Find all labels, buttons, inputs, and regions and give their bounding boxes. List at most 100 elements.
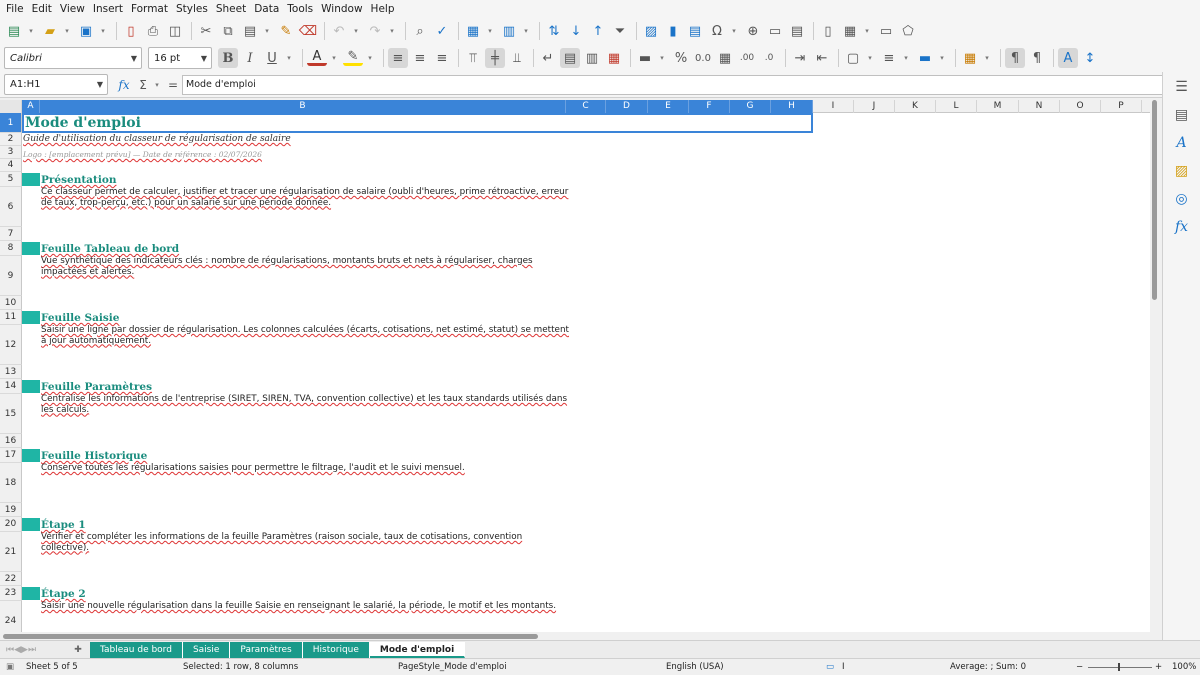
split-window-icon[interactable]: ▭ xyxy=(876,21,896,41)
row-header[interactable]: 8 xyxy=(0,241,22,256)
zoom-level[interactable]: 100% xyxy=(1172,662,1196,672)
menu-help[interactable]: Help xyxy=(367,0,399,18)
row-header[interactable]: 24 xyxy=(0,601,22,632)
previous-sheet-icon[interactable]: ◀ xyxy=(14,645,21,655)
column-header-i[interactable]: I xyxy=(813,100,854,113)
underline-dropdown-icon[interactable]: ▾ xyxy=(284,48,294,68)
column-header-l[interactable]: L xyxy=(936,100,977,113)
font-color-dropdown-icon[interactable]: ▾ xyxy=(329,48,339,68)
merge-cells-icon[interactable]: ▥ xyxy=(582,48,602,68)
row-header[interactable]: 17 xyxy=(0,448,22,463)
font-size-combo[interactable]: 16 pt ▼ xyxy=(148,47,212,69)
print-icon[interactable]: ⎙ xyxy=(143,21,163,41)
tab-mode-d-emploi[interactable]: Mode d'emploi xyxy=(369,641,466,658)
save-dropdown-icon[interactable]: ▾ xyxy=(98,21,108,41)
chevron-down-icon[interactable]: ▼ xyxy=(201,54,207,63)
paste-dropdown-icon[interactable]: ▾ xyxy=(262,21,272,41)
section-title[interactable]: Étape 2 xyxy=(41,588,86,601)
functions-icon[interactable]: fx xyxy=(1171,216,1193,238)
row-header[interactable]: 18 xyxy=(0,463,22,503)
row-header[interactable]: 15 xyxy=(0,394,22,434)
freeze-rows-columns-icon[interactable]: ▦ xyxy=(840,21,860,41)
row-header[interactable]: 21 xyxy=(0,532,22,572)
section-title[interactable]: Présentation xyxy=(41,174,116,187)
menu-tools[interactable]: Tools xyxy=(283,0,317,18)
page-subtitle[interactable]: Guide d'utilisation du classeur de régul… xyxy=(23,134,291,145)
select-all-corner[interactable] xyxy=(0,100,22,113)
aggregate-status[interactable]: Average: ; Sum: 0 xyxy=(950,662,1026,672)
text-direction-ltr-icon[interactable]: ¶ xyxy=(1005,48,1025,68)
formula-equals-icon[interactable]: = xyxy=(166,75,180,95)
highlight-dropdown-icon[interactable]: ▾ xyxy=(365,48,375,68)
tab-historique[interactable]: Historique xyxy=(302,641,370,658)
row-header[interactable]: 2 xyxy=(0,133,22,146)
section-body[interactable]: Saisir une nouvelle régularisation dans … xyxy=(41,601,571,612)
row-header[interactable]: 22 xyxy=(0,572,22,586)
borders-icon[interactable]: ▢ xyxy=(843,48,863,68)
row-header[interactable]: 9 xyxy=(0,256,22,296)
highlight-color-icon[interactable]: ✎ xyxy=(343,49,363,66)
tab-parametres[interactable]: Paramètres xyxy=(230,641,303,658)
row-header[interactable]: 5 xyxy=(0,172,22,187)
unmerge-cells-icon[interactable]: ▦ xyxy=(604,48,624,68)
row-header[interactable]: 16 xyxy=(0,434,22,448)
first-sheet-icon[interactable]: ⏮ xyxy=(6,645,14,655)
section-body[interactable]: Centralise les informations de l'entrepr… xyxy=(41,394,571,415)
print-preview-icon[interactable]: ◫ xyxy=(165,21,185,41)
column-header-c[interactable]: C xyxy=(566,100,606,113)
sort-descending-icon[interactable]: ↑ xyxy=(588,21,608,41)
row-header[interactable]: 20 xyxy=(0,517,22,532)
page-style[interactable]: PageStyle_Mode d'emploi xyxy=(398,662,507,672)
currency-format-icon[interactable]: ▬ xyxy=(635,48,655,68)
copy-icon[interactable]: ⧉ xyxy=(218,21,238,41)
align-top-icon[interactable]: ⫪ xyxy=(463,48,483,68)
redo-dropdown-icon[interactable]: ▾ xyxy=(387,21,397,41)
autofilter-icon[interactable]: ⏷ xyxy=(610,21,630,41)
pivot-table-icon[interactable]: ▤ xyxy=(685,21,705,41)
row-header[interactable]: 14 xyxy=(0,379,22,394)
column-header-p[interactable]: P xyxy=(1101,100,1142,113)
column-header-o[interactable]: O xyxy=(1060,100,1101,113)
section-body[interactable]: Ce classeur permet de calculer, justifie… xyxy=(41,187,571,208)
align-middle-icon[interactable]: ╪ xyxy=(485,48,505,68)
underline-icon[interactable]: U xyxy=(262,48,282,68)
column-header-a[interactable]: A xyxy=(22,100,40,113)
gallery-icon[interactable]: ▨ xyxy=(1171,160,1193,182)
text-direction-rtl-icon[interactable]: ¶ xyxy=(1027,48,1047,68)
column-header-g[interactable]: G xyxy=(730,100,771,113)
navigator-icon[interactable]: ◎ xyxy=(1171,188,1193,210)
align-bottom-icon[interactable]: ⫫ xyxy=(507,48,527,68)
styles-icon[interactable]: A xyxy=(1171,132,1193,154)
section-title[interactable]: Étape 1 xyxy=(41,519,86,532)
row-header[interactable]: 7 xyxy=(0,227,22,241)
zoom-out-icon[interactable]: − xyxy=(1076,662,1083,672)
row-header[interactable]: 4 xyxy=(0,159,22,172)
date-format-icon[interactable]: ▦ xyxy=(715,48,735,68)
language-status[interactable]: English (USA) xyxy=(666,662,724,672)
headers-footers-icon[interactable]: ▤ xyxy=(787,21,807,41)
delete-decimal-icon[interactable]: .0 xyxy=(759,48,779,68)
conditional-dropdown-icon[interactable]: ▾ xyxy=(982,48,992,68)
vertical-scrollbar[interactable] xyxy=(1150,100,1160,632)
menu-view[interactable]: View xyxy=(56,0,89,18)
open-folder-icon[interactable]: ▰ xyxy=(40,21,60,41)
tab-tableau-de-bord[interactable]: Tableau de bord xyxy=(90,641,183,658)
menu-edit[interactable]: Edit xyxy=(28,0,56,18)
row-header[interactable]: 1 xyxy=(0,113,22,133)
bold-icon[interactable]: B xyxy=(218,48,238,68)
column-header-n[interactable]: N xyxy=(1019,100,1060,113)
align-left-icon[interactable]: ≡ xyxy=(388,48,408,68)
section-title[interactable]: Feuille Paramètres xyxy=(41,381,152,394)
section-title[interactable]: Feuille Tableau de bord xyxy=(41,243,179,256)
column-header-m[interactable]: M xyxy=(977,100,1019,113)
text-orientation-icon[interactable]: A xyxy=(1058,48,1078,68)
properties-icon[interactable]: ▤ xyxy=(1171,104,1193,126)
section-body[interactable]: Vérifier et compléter les informations d… xyxy=(41,532,571,553)
scrollbar-thumb[interactable] xyxy=(3,634,538,639)
row-icon[interactable]: ▦ xyxy=(463,21,483,41)
menu-insert[interactable]: Insert xyxy=(89,0,127,18)
column-header-d[interactable]: D xyxy=(606,100,648,113)
decrease-indent-icon[interactable]: ⇤ xyxy=(812,48,832,68)
function-wizard-icon[interactable]: fx xyxy=(114,75,134,95)
section-title[interactable]: Feuille Historique xyxy=(41,450,147,463)
